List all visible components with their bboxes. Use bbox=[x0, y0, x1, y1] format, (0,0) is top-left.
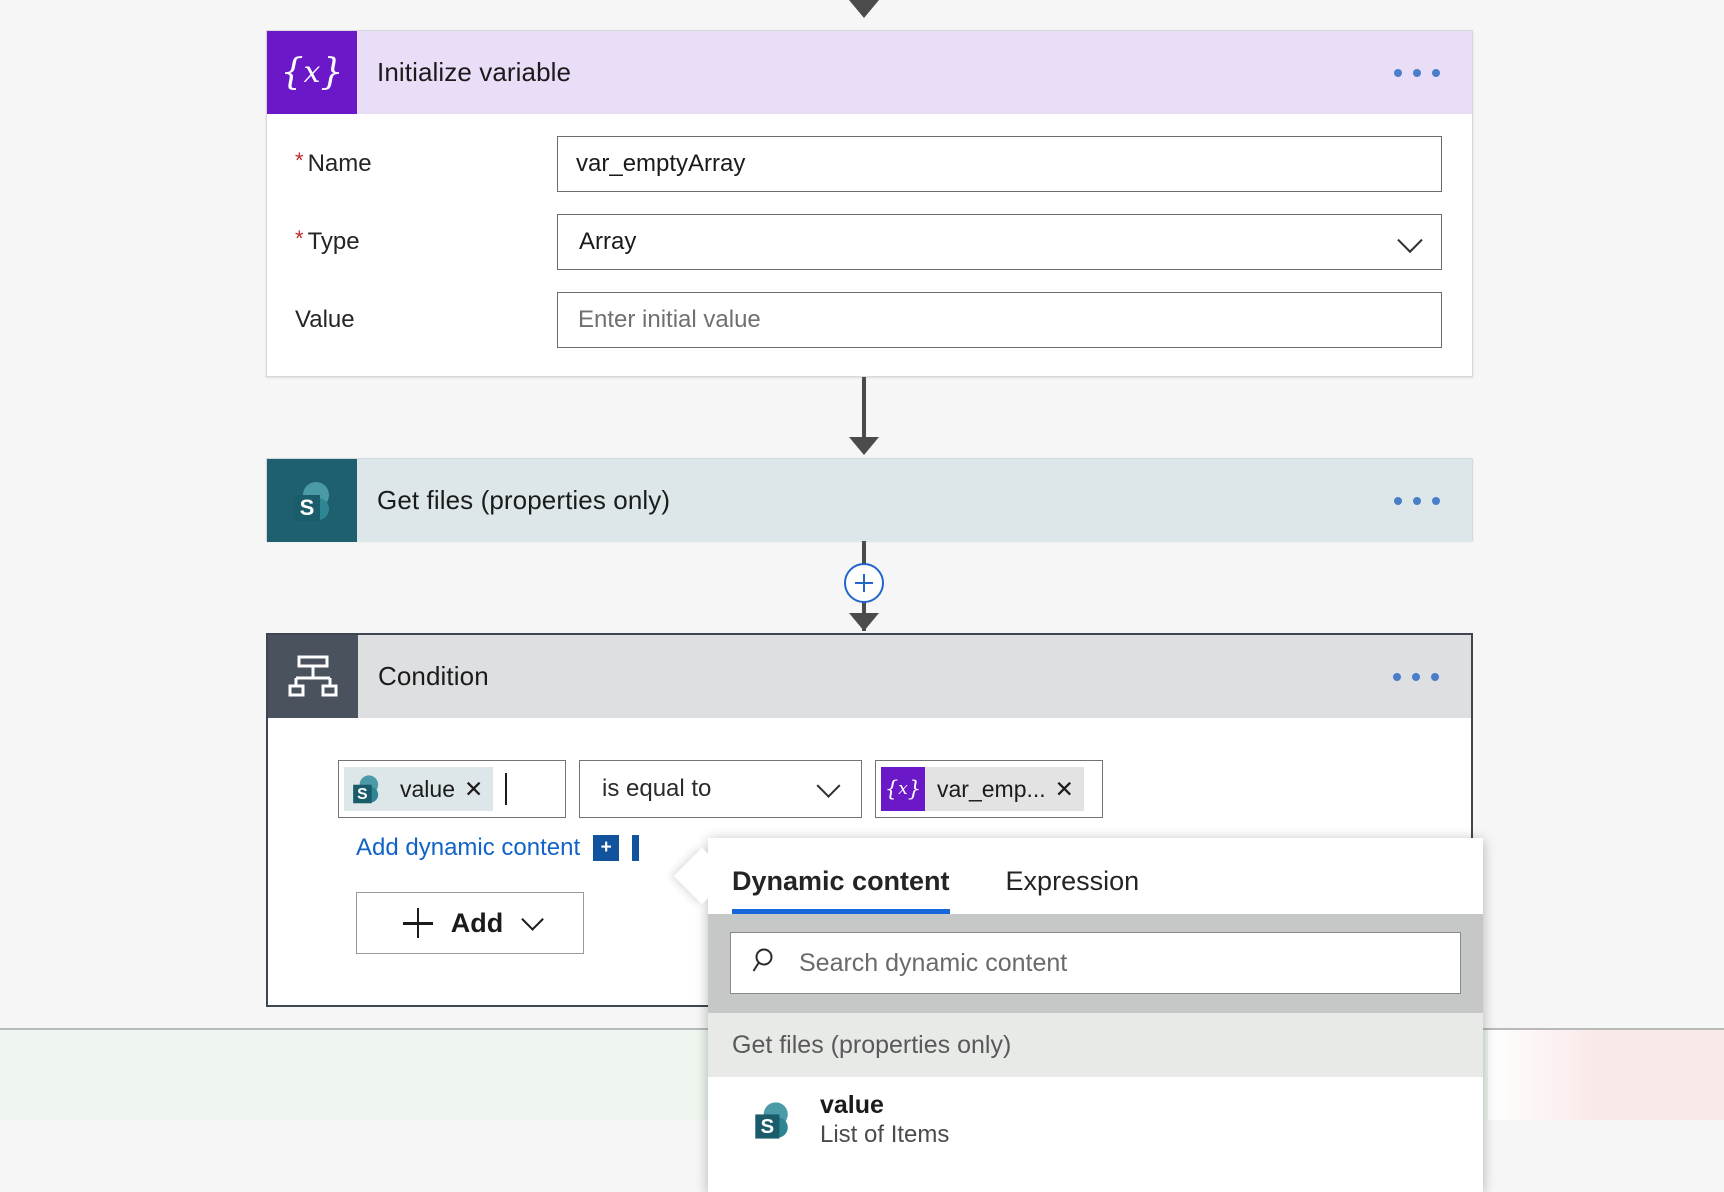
card-header-condition[interactable]: Condition bbox=[268, 635, 1471, 718]
field-label-name: * Name bbox=[295, 148, 372, 178]
connector-line-init-to-getfiles bbox=[862, 377, 866, 439]
more-commands-button-get-files[interactable] bbox=[1394, 496, 1440, 505]
tab-expression[interactable]: Expression bbox=[1006, 866, 1140, 914]
panel-search-area: Search dynamic content bbox=[708, 914, 1483, 1013]
branch-if-no bbox=[1488, 1028, 1724, 1120]
badge-bar bbox=[632, 835, 640, 861]
remove-token-icon[interactable]: ✕ bbox=[464, 776, 483, 803]
required-asterisk-name: * bbox=[295, 148, 304, 173]
sharepoint-icon: S bbox=[746, 1094, 798, 1146]
chevron-down-icon bbox=[521, 908, 545, 931]
sharepoint-icon: S bbox=[344, 767, 388, 811]
dynamic-content-panel: Dynamic content Expression Search dynami… bbox=[673, 838, 1483, 1192]
text-cursor bbox=[505, 773, 508, 805]
card-header-initialize-variable[interactable]: {x} Initialize variable bbox=[267, 31, 1472, 114]
condition-icon bbox=[268, 635, 358, 718]
condition-operator-value: is equal to bbox=[602, 775, 712, 802]
condition-right-operand-field[interactable]: {x} var_emp... ✕ bbox=[875, 760, 1103, 818]
add-condition-button[interactable]: Add bbox=[356, 892, 584, 954]
condition-row: S value ✕ is equal to {x} var_emp... ✕ bbox=[338, 760, 1471, 818]
field-row-value: Value Enter initial value bbox=[295, 292, 1442, 348]
dynamic-content-group-header: Get files (properties only) bbox=[708, 1013, 1483, 1077]
insert-step-button[interactable] bbox=[844, 563, 884, 603]
plus-icon bbox=[402, 908, 433, 938]
required-asterisk-type: * bbox=[295, 226, 304, 251]
search-placeholder: Search dynamic content bbox=[799, 948, 1068, 977]
search-dynamic-content-input[interactable]: Search dynamic content bbox=[730, 932, 1461, 994]
type-select-value: Array bbox=[579, 228, 637, 255]
tab-dynamic-content[interactable]: Dynamic content bbox=[732, 866, 950, 914]
card-title-initialize-variable: Initialize variable bbox=[377, 57, 572, 87]
card-title-condition: Condition bbox=[378, 661, 489, 691]
card-title-get-files: Get files (properties only) bbox=[377, 485, 671, 515]
svg-text:S: S bbox=[357, 786, 367, 803]
search-icon bbox=[751, 946, 781, 981]
name-input[interactable]: var_emptyArray bbox=[557, 136, 1442, 192]
dynamic-content-item-value[interactable]: S value List of Items bbox=[708, 1077, 1483, 1163]
more-commands-button-condition[interactable] bbox=[1393, 672, 1439, 681]
connector-arrowhead-condition bbox=[849, 613, 879, 631]
variable-icon: {x} bbox=[267, 31, 357, 114]
token-label-variable: var_emp... bbox=[937, 775, 1046, 802]
dynamic-content-item-text: value List of Items bbox=[820, 1091, 949, 1149]
initialize-variable-form: * Name var_emptyArray * Type Array Value bbox=[267, 114, 1472, 348]
add-dynamic-content-label: Add dynamic content bbox=[356, 834, 581, 861]
field-label-value: Value bbox=[295, 306, 355, 333]
plus-badge-icon: + bbox=[593, 835, 620, 861]
token-label-value: value bbox=[400, 775, 455, 802]
chevron-down-icon bbox=[816, 773, 841, 798]
condition-left-operand-field[interactable]: S value ✕ bbox=[338, 760, 566, 818]
value-input[interactable]: Enter initial value bbox=[557, 292, 1442, 348]
branch-fade bbox=[1488, 1030, 1598, 1120]
action-card-initialize-variable[interactable]: {x} Initialize variable * Name var_empty… bbox=[266, 30, 1473, 377]
dynamic-content-token-value[interactable]: S value ✕ bbox=[344, 767, 494, 811]
field-row-name: * Name var_emptyArray bbox=[295, 136, 1442, 192]
panel-tabs: Dynamic content Expression bbox=[708, 838, 1483, 914]
action-card-get-files[interactable]: S Get files (properties only) bbox=[266, 458, 1473, 542]
svg-text:S: S bbox=[761, 1116, 775, 1138]
more-commands-button-initialize-variable[interactable] bbox=[1394, 68, 1440, 77]
field-label-type: * Type bbox=[295, 226, 360, 256]
type-select[interactable]: Array bbox=[557, 214, 1442, 270]
flow-designer-canvas: {x} Initialize variable * Name var_empty… bbox=[0, 0, 1724, 1192]
variable-icon: {x} bbox=[881, 767, 925, 811]
chevron-down-icon bbox=[1397, 227, 1423, 254]
card-header-get-files[interactable]: S Get files (properties only) bbox=[267, 459, 1472, 542]
connector-arrowhead-top bbox=[849, 0, 879, 18]
item-subtitle: List of Items bbox=[820, 1120, 950, 1148]
svg-text:S: S bbox=[300, 495, 315, 520]
connector-arrowhead-getfiles bbox=[849, 437, 879, 455]
add-button-label: Add bbox=[450, 907, 504, 938]
condition-operator-select[interactable]: is equal to bbox=[579, 760, 862, 818]
sharepoint-icon: S bbox=[267, 459, 357, 542]
remove-token-icon[interactable]: ✕ bbox=[1055, 776, 1074, 803]
dynamic-content-token-variable[interactable]: {x} var_emp... ✕ bbox=[881, 767, 1084, 811]
field-row-type: * Type Array bbox=[295, 214, 1442, 270]
item-name: value bbox=[820, 1091, 884, 1119]
